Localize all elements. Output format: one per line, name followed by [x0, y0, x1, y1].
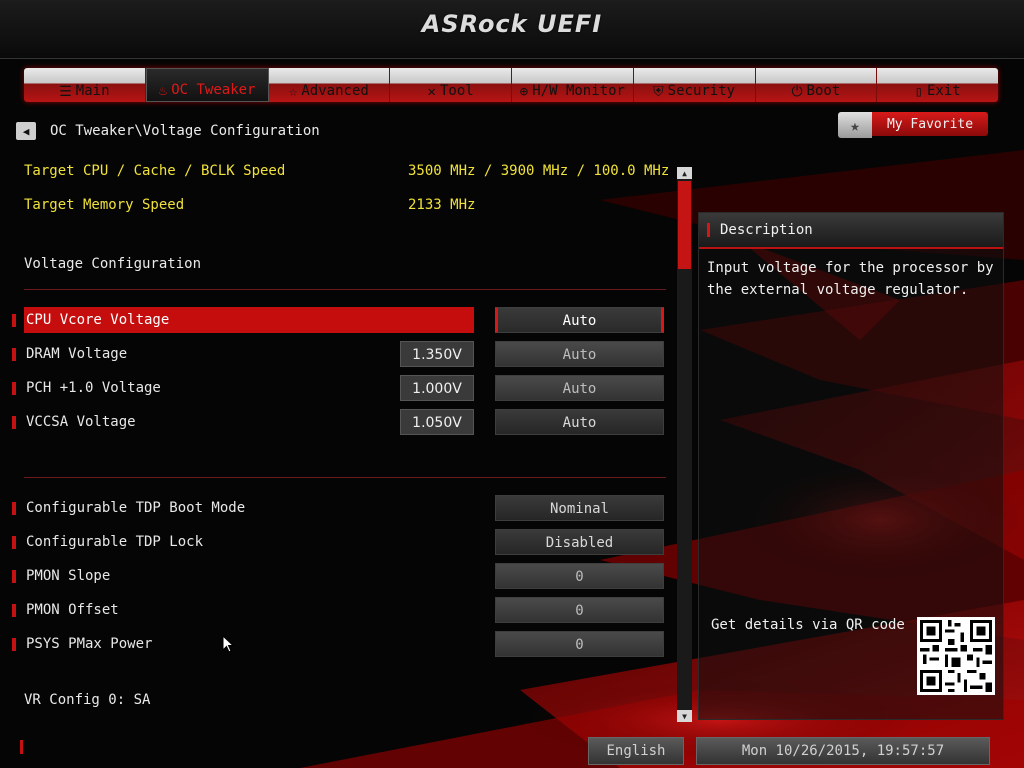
setting-row-cpu-vcore[interactable]: CPU Vcore Voltage Auto	[0, 307, 672, 333]
dram-voltage-value[interactable]: Auto	[495, 341, 664, 367]
target-cpu-value: 3500 MHz / 3900 MHz / 100.0 MHz	[408, 163, 670, 179]
row-marker	[12, 570, 16, 583]
row-marker	[12, 314, 16, 327]
cpu-vcore-value[interactable]: Auto	[495, 307, 664, 333]
door-icon: ▯	[914, 84, 923, 100]
back-arrow-icon[interactable]: ◀	[16, 122, 36, 140]
setting-row-pmon-slope[interactable]: PMON Slope 0	[0, 563, 672, 589]
current-voltage-readout: 1.000V	[400, 375, 474, 401]
section-vr-config: VR Config 0: SA	[24, 692, 151, 708]
setting-row-psys-pmax-power[interactable]: PSYS PMax Power 0	[0, 631, 672, 657]
main-nav-tabs: ☰ Main ♨ OC Tweaker ☆ Advanced ✕ Tool ⊕ …	[24, 68, 998, 102]
row-marker	[12, 604, 16, 617]
current-voltage-readout: 1.350V	[400, 341, 474, 367]
mouse-cursor-icon	[222, 635, 234, 653]
shield-icon: ⛨	[653, 84, 664, 100]
setting-row-tdp-boot-mode[interactable]: Configurable TDP Boot Mode Nominal	[0, 495, 672, 521]
divider	[24, 289, 666, 290]
vccsa-voltage-value[interactable]: Auto	[495, 409, 664, 435]
pch-voltage-value[interactable]: Auto	[495, 375, 664, 401]
power-icon: ⏻	[791, 84, 803, 100]
row-marker	[12, 382, 16, 395]
description-title: Description	[720, 222, 813, 238]
setting-row-pmon-offset[interactable]: PMON Offset 0	[0, 597, 672, 623]
my-favorite-button[interactable]: ★ My Favorite	[838, 112, 988, 138]
breadcrumb-path: OC Tweaker\Voltage Configuration	[50, 123, 320, 139]
description-panel: Description Input voltage for the proces…	[698, 212, 1004, 720]
scroll-thumb[interactable]	[678, 181, 691, 269]
setting-label: PMON Slope	[26, 568, 111, 584]
setting-row-vccsa-voltage[interactable]: VCCSA Voltage 1.050V Auto	[0, 409, 672, 435]
globe-icon: ⊕	[519, 84, 529, 100]
target-memory-value: 2133 MHz	[408, 197, 476, 213]
setting-label: CPU Vcore Voltage	[24, 307, 474, 333]
footer-marker	[20, 740, 23, 754]
section-voltage-configuration: Voltage Configuration	[24, 256, 202, 272]
scroll-down-arrow-icon[interactable]: ▼	[677, 710, 692, 722]
asrock-uefi-logo: ASRock UEFI	[421, 10, 603, 38]
top-header: ASRock UEFI	[0, 0, 1024, 59]
my-favorite-label: My Favorite	[872, 112, 988, 136]
qr-code-image	[917, 617, 995, 695]
pmon-slope-value[interactable]: 0	[495, 563, 664, 589]
qr-code-label: Get details via QR code	[711, 617, 905, 633]
pmon-offset-value[interactable]: 0	[495, 597, 664, 623]
language-button[interactable]: English	[588, 737, 684, 765]
breadcrumb: ◀ OC Tweaker\Voltage Configuration	[16, 120, 320, 142]
target-memory-label: Target Memory Speed	[24, 197, 185, 213]
row-marker	[12, 416, 16, 429]
scroll-track[interactable]	[677, 179, 692, 710]
tab-main[interactable]: ☰ Main	[24, 68, 146, 102]
row-marker	[12, 348, 16, 361]
description-header: Description	[699, 213, 1003, 249]
current-voltage-readout: 1.050V	[400, 409, 474, 435]
tab-boot[interactable]: ⏻ Boot	[756, 68, 878, 102]
setting-row-dram-voltage[interactable]: DRAM Voltage 1.350V Auto	[0, 341, 672, 367]
psys-pmax-power-value[interactable]: 0	[495, 631, 664, 657]
star-icon: ★	[838, 112, 872, 138]
tab-oc-tweaker[interactable]: ♨ OC Tweaker	[145, 68, 269, 102]
description-text: Input voltage for the processor by the e…	[707, 260, 994, 298]
row-marker	[12, 536, 16, 549]
tdp-boot-mode-value[interactable]: Nominal	[495, 495, 664, 521]
tab-exit[interactable]: ▯ Exit	[877, 68, 998, 102]
tab-advanced[interactable]: ☆ Advanced	[269, 68, 391, 102]
setting-label: Configurable TDP Lock	[26, 534, 204, 550]
tab-tool[interactable]: ✕ Tool	[390, 68, 512, 102]
settings-scrollbar[interactable]: ▲ ▼	[677, 167, 692, 722]
scroll-up-arrow-icon[interactable]: ▲	[677, 167, 692, 179]
settings-panel: Target CPU / Cache / BCLK Speed 3500 MHz…	[0, 150, 672, 725]
target-cpu-label: Target CPU / Cache / BCLK Speed	[24, 163, 286, 179]
status-footer: English Mon 10/26/2015, 19:57:57	[0, 728, 1024, 768]
row-marker	[12, 638, 16, 651]
tdp-lock-value[interactable]: Disabled	[495, 529, 664, 555]
setting-label: Configurable TDP Boot Mode	[26, 500, 246, 516]
row-marker	[12, 502, 16, 515]
tab-hw-monitor[interactable]: ⊕ H/W Monitor	[512, 68, 634, 102]
divider	[24, 477, 666, 478]
setting-row-pch-voltage[interactable]: PCH +1.0 Voltage 1.000V Auto	[0, 375, 672, 401]
tools-icon: ✕	[427, 84, 436, 100]
setting-label: PSYS PMax Power	[26, 636, 153, 652]
header-marker	[707, 223, 710, 237]
tab-security[interactable]: ⛨ Security	[634, 68, 756, 102]
date-time-display: Mon 10/26/2015, 19:57:57	[696, 737, 990, 765]
list-icon: ☰	[59, 84, 72, 100]
setting-row-tdp-lock[interactable]: Configurable TDP Lock Disabled	[0, 529, 672, 555]
star-icon: ☆	[288, 84, 298, 100]
flame-icon: ♨	[158, 83, 168, 99]
setting-label: PMON Offset	[26, 602, 119, 618]
